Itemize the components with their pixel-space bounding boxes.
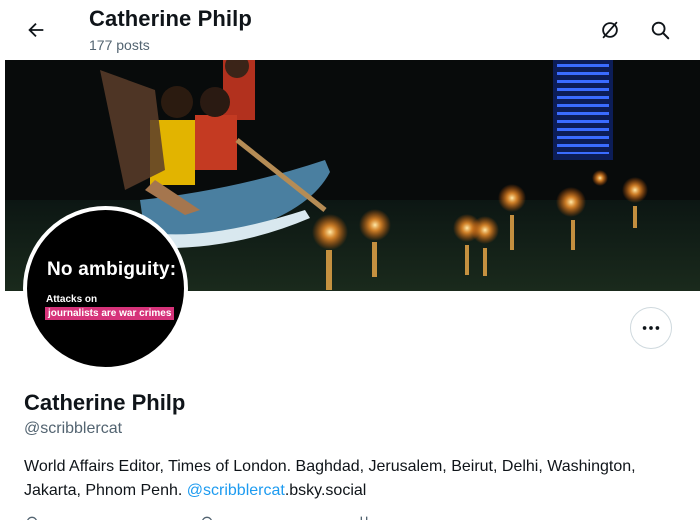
page-title: Catherine Philp [89,6,252,31]
profile-page: Catherine Philp 177 posts No ambiguity: … [0,0,700,520]
link-icon [202,516,212,520]
profile-meta-row [24,514,424,520]
search-button[interactable] [642,12,678,48]
calendar-icon [360,516,368,520]
bio-link[interactable]: @scribblercat [187,482,285,499]
avatar[interactable]: No ambiguity: Attacks on journalists are… [23,206,188,371]
grok-icon [602,21,618,39]
profile-bio: World Affairs Editor, Times of London. B… [24,455,664,503]
back-button[interactable] [18,12,54,48]
bio-suffix: .bsky.social [284,482,367,499]
location-icon [27,516,37,520]
display-name: Catherine Philp [24,390,186,415]
search-icon [651,21,670,40]
avatar-headline: No ambiguity: [47,259,177,280]
user-handle: @scribblercat [24,420,123,437]
header-title-block: Catherine Philp 177 posts [89,6,252,53]
back-arrow-icon [28,22,44,38]
more-icon [642,326,660,330]
avatar-line-1: Attacks on [46,294,98,305]
avatar-line-2: journalists are war crimes [45,307,175,320]
post-count: 177 posts [89,37,150,53]
more-button[interactable] [630,307,672,349]
grok-button[interactable] [592,12,628,48]
top-bar: Catherine Philp 177 posts [0,0,700,60]
